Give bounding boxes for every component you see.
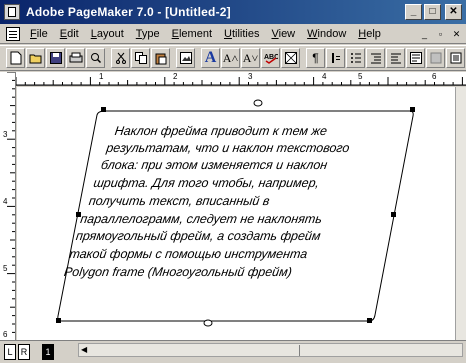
minimize-button[interactable]: _ [405, 4, 422, 20]
frame-line-8: такой формы с помощью инструмента [69, 247, 309, 261]
text-a-icon[interactable]: A [201, 48, 220, 68]
paragraph-icon[interactable]: ¶ [306, 48, 325, 68]
menu-edit[interactable]: Edit [54, 28, 85, 40]
frame-line-7: прямоугольный фрейм, а создать фрейм [75, 229, 322, 243]
horizontal-ruler[interactable]: 1 2 3 4 5 6 [16, 72, 466, 86]
decrease-font-icon[interactable]: A˅ [241, 48, 260, 68]
pagemaker-app-icon[interactable] [4, 4, 20, 20]
link-icon[interactable] [426, 48, 445, 68]
ruler-label-5: 5 [358, 72, 363, 81]
left-master-page-button[interactable]: L [4, 344, 16, 360]
indent-icon[interactable] [366, 48, 385, 68]
maximize-button[interactable]: □ [424, 4, 441, 20]
print-icon[interactable] [66, 48, 85, 68]
frame-line-1: Наклон фрейма приводит к тем же [114, 124, 328, 138]
vruler-label-4: 4 [3, 197, 8, 206]
outdent-icon[interactable] [386, 48, 405, 68]
horizontal-scrollbar[interactable]: ◀ [78, 343, 463, 357]
right-master-page-button[interactable]: R [18, 344, 30, 360]
close-button[interactable]: ✕ [445, 4, 462, 20]
menu-type[interactable]: Type [130, 28, 166, 40]
frame-text[interactable]: Наклон фрейма приводит к тем же результа… [17, 87, 455, 340]
vruler-label-3: 3 [3, 130, 8, 139]
ruler-label-3: 3 [248, 72, 253, 81]
doc-restore-button[interactable]: ▫ [433, 27, 448, 41]
frame-line-6: параллелограмм, следует не наклонять [79, 212, 322, 226]
save-icon[interactable] [46, 48, 65, 68]
frame-icon[interactable] [281, 48, 300, 68]
svg-text:ABC: ABC [264, 54, 278, 61]
layer-icon[interactable] [446, 48, 465, 68]
vertical-scrollbar[interactable] [455, 87, 466, 340]
window-title: Adobe PageMaker 7.0 - [Untitled-2] [26, 5, 231, 19]
cut-icon[interactable] [111, 48, 130, 68]
ruler-label-2: 2 [173, 72, 178, 81]
scroll-divider [299, 345, 300, 356]
find-icon[interactable] [86, 48, 105, 68]
page-1-button[interactable]: 1 [42, 344, 54, 360]
document-icon[interactable] [6, 26, 20, 41]
doc-close-button[interactable]: ✕ [449, 27, 464, 41]
menu-utilities[interactable]: Utilities [218, 28, 265, 40]
frame-line-3: блока: при этом изменяется и наклон [100, 158, 328, 172]
open-icon[interactable] [26, 48, 45, 68]
vruler-label-5: 5 [3, 264, 8, 273]
vruler-label-6: 6 [3, 330, 8, 339]
menu-layout[interactable]: Layout [85, 28, 130, 40]
new-icon[interactable] [6, 48, 25, 68]
ruler-label-4: 4 [322, 72, 327, 81]
doc-minimize-button[interactable]: _ [417, 27, 432, 41]
vertical-ruler[interactable]: 3 4 5 6 [0, 72, 16, 340]
menu-window[interactable]: Window [301, 28, 352, 40]
frame-line-4: шрифта. Для того чтобы, например, [93, 176, 321, 190]
ruler-label-1: 1 [99, 72, 104, 81]
frame-line-5: получить текст, вписанный в [88, 194, 271, 208]
style-icon[interactable] [406, 48, 425, 68]
frame-line-2: результатам, что и наклон текстового [104, 141, 350, 155]
menu-view[interactable]: View [265, 28, 301, 40]
toolbar: A A˄ A˅ ABC ¶ [0, 45, 466, 71]
bullet-icon[interactable] [346, 48, 365, 68]
place-icon[interactable] [176, 48, 195, 68]
bold-icon[interactable] [326, 48, 345, 68]
title-bar: Adobe PageMaker 7.0 - [Untitled-2] _ □ ✕ [0, 0, 466, 24]
frame-line-9: Polygon frame (Многоугольный фрейм) [63, 265, 293, 279]
menu-element[interactable]: Element [166, 28, 218, 40]
ruler-label-6: 6 [432, 72, 437, 81]
spellcheck-icon[interactable]: ABC [261, 48, 280, 68]
page-canvas[interactable]: Наклон фрейма приводит к тем же результа… [17, 87, 455, 340]
copy-icon[interactable] [131, 48, 150, 68]
increase-font-icon[interactable]: A˄ [221, 48, 240, 68]
scroll-left-arrow-icon[interactable]: ◀ [81, 345, 87, 354]
menu-bar: File Edit Layout Type Element Utilities … [0, 24, 466, 44]
paste-icon[interactable] [151, 48, 170, 68]
menu-file[interactable]: File [24, 28, 54, 40]
menu-help[interactable]: Help [352, 28, 387, 40]
